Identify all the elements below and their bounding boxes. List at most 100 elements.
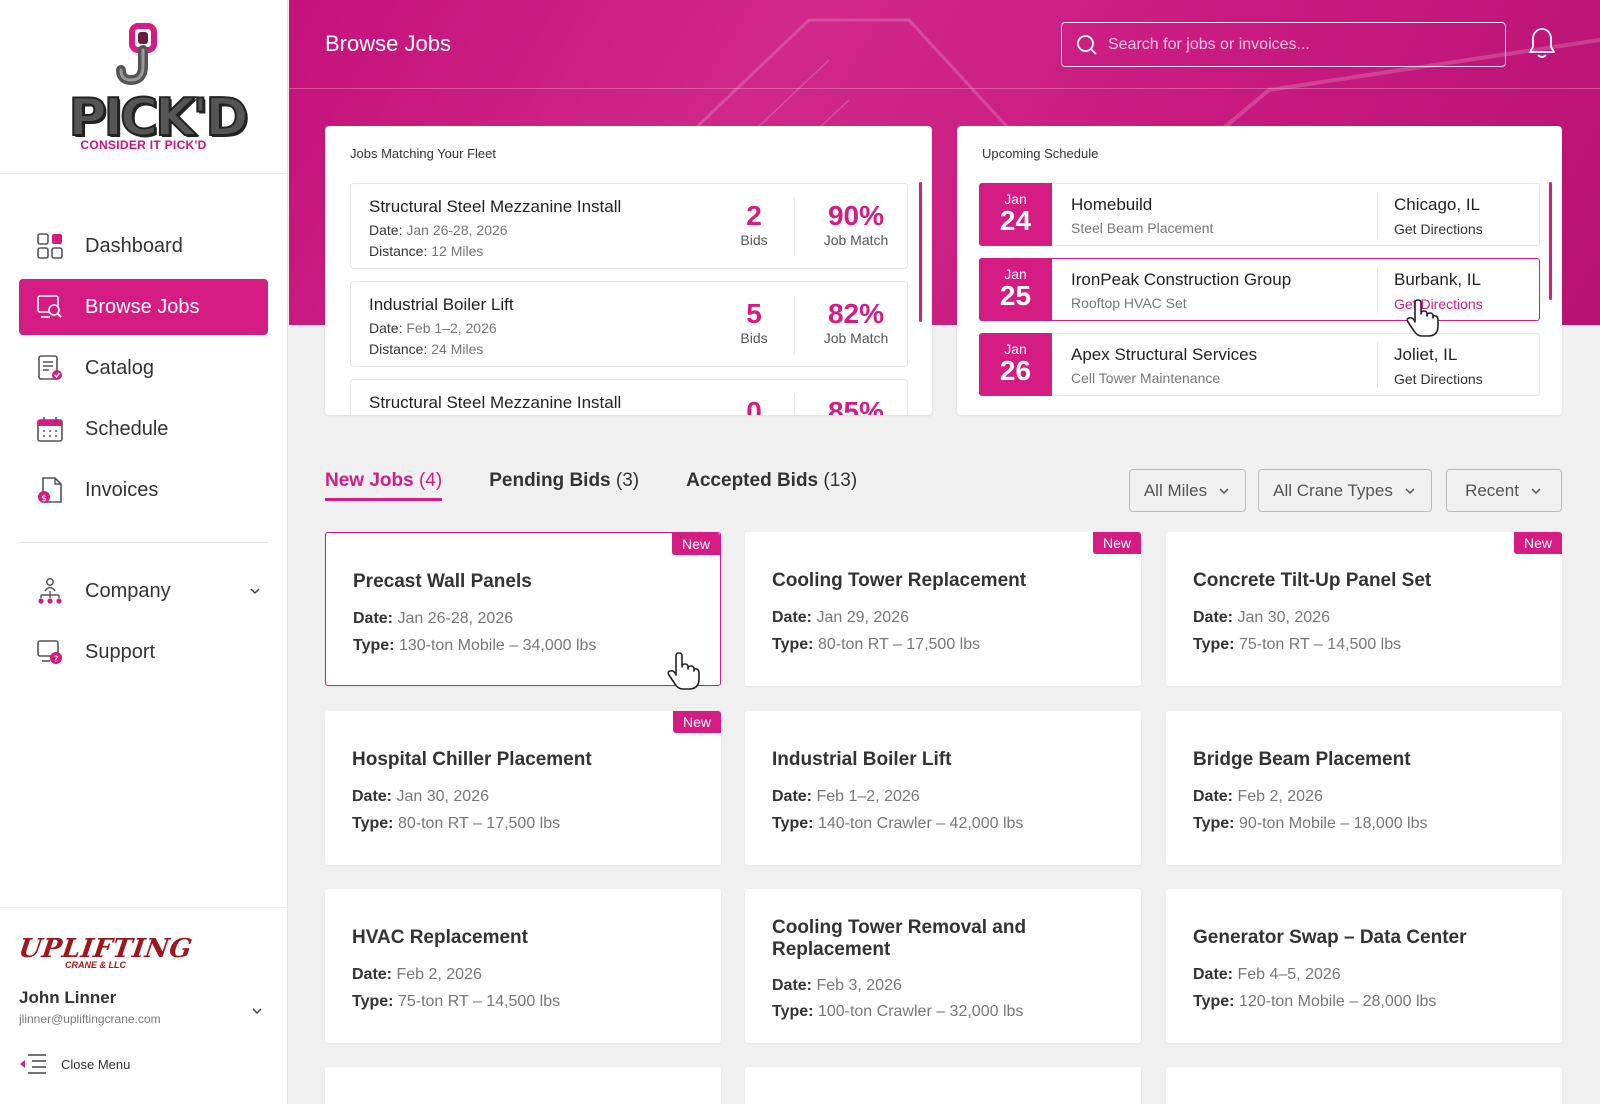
- company-logo: UPLIFTING: [16, 934, 195, 964]
- job-type: Type: 75-ton RT – 14,500 lbs: [1193, 636, 1402, 653]
- search-box[interactable]: [1061, 22, 1506, 67]
- divider: [794, 198, 795, 256]
- nav-label: Browse Jobs: [85, 295, 200, 318]
- scrollbar[interactable]: [1549, 182, 1552, 300]
- job-date: Date: Jan 29, 2026: [772, 609, 909, 626]
- schedule-company: Homebuild: [1071, 195, 1153, 214]
- invoice-icon: $: [35, 475, 65, 505]
- job-card[interactable]: Generator Swap – Data Center Date: Feb 4…: [1166, 889, 1562, 1043]
- nav-item-dashboard[interactable]: Dashboard: [19, 218, 268, 274]
- job-card[interactable]: New Precast Wall Panels Date: Jan 26-28,…: [325, 532, 721, 690]
- nav-item-catalog[interactable]: Catalog: [19, 340, 268, 396]
- upcoming-schedule-panel: Upcoming Schedule Jan 24 Homebuild Steel …: [957, 126, 1562, 415]
- scrollbar[interactable]: [919, 182, 922, 322]
- job-card[interactable]: [325, 1067, 721, 1104]
- job-date: Date: Feb 3, 2026: [772, 977, 902, 994]
- tab-pending-bids[interactable]: Pending Bids (3): [489, 470, 639, 501]
- job-card[interactable]: New Cooling Tower Replacement Date: Jan …: [745, 532, 1141, 686]
- job-date: Date: Jan 26-28, 2026: [353, 610, 514, 627]
- date-badge: Jan 26: [979, 333, 1052, 396]
- schedule-city: Burbank, IL: [1394, 270, 1481, 289]
- divider: [794, 296, 795, 354]
- miles-filter-dropdown[interactable]: All Miles: [1129, 469, 1246, 512]
- job-type: Type: 80-ton RT – 17,500 lbs: [352, 815, 561, 832]
- tab-new-jobs[interactable]: New Jobs (4): [325, 470, 443, 501]
- schedule-city: Joliet, IL: [1394, 345, 1458, 364]
- tab-accepted-bids[interactable]: Accepted Bids (13): [686, 470, 857, 501]
- crane-type-filter-dropdown[interactable]: All Crane Types: [1258, 469, 1432, 512]
- nav-item-browse-jobs[interactable]: Browse Jobs: [19, 279, 268, 335]
- dashboard-icon: [35, 231, 65, 261]
- divider: [1377, 192, 1378, 238]
- sort-dropdown[interactable]: Recent: [1446, 469, 1562, 512]
- nav-label: Company: [85, 579, 171, 602]
- nav-label: Support: [85, 640, 156, 663]
- fleet-job-row[interactable]: Structural Steel Mezzanine Install Date:…: [350, 183, 908, 269]
- job-date: Date: Jan 30, 2026: [1193, 609, 1330, 626]
- bid-count: 5 Bids: [740, 298, 768, 347]
- job-card[interactable]: [745, 1067, 1141, 1104]
- job-title: Hospital Chiller Placement: [352, 749, 592, 770]
- job-card[interactable]: New Concrete Tilt-Up Panel Set Date: Jan…: [1166, 532, 1562, 686]
- search-input[interactable]: [1108, 35, 1488, 54]
- new-badge: New: [1092, 532, 1141, 554]
- fleet-job-title: Industrial Boiler Lift: [369, 295, 514, 314]
- new-badge: New: [671, 533, 720, 555]
- schedule-city: Chicago, IL: [1394, 195, 1480, 214]
- job-type: Type: 90-ton Mobile – 18,000 lbs: [1193, 815, 1428, 832]
- support-icon: ?: [35, 637, 65, 667]
- brand-logo[interactable]: PICK'D CONSIDER IT PICK'D: [0, 0, 287, 174]
- get-directions-link[interactable]: Get Directions: [1394, 221, 1483, 237]
- collapse-menu-icon: [20, 1054, 46, 1074]
- job-card[interactable]: Cooling Tower Removal and Replacement Da…: [745, 889, 1141, 1043]
- job-title: Cooling Tower Removal and Replacement: [772, 917, 1027, 960]
- hand-cursor-icon: [667, 652, 700, 690]
- schedule-task: Cell Tower Maintenance: [1071, 370, 1221, 386]
- fleet-job-distance: Distance: 24 Miles: [369, 341, 484, 357]
- panel-title: Jobs Matching Your Fleet: [350, 146, 496, 161]
- nav-label: Invoices: [85, 478, 159, 501]
- user-name: John Linner: [19, 988, 117, 1007]
- sidebar: PICK'D CONSIDER IT PICK'D Dashboard Brow…: [0, 0, 288, 1104]
- nav-label: Schedule: [85, 417, 169, 440]
- nav-item-schedule[interactable]: Schedule: [19, 401, 268, 457]
- job-type: Type: 100-ton Crawler – 32,000 lbs: [772, 1003, 1024, 1020]
- nav-item-support[interactable]: ? Support: [19, 624, 268, 680]
- job-type: Type: 80-ton RT – 17,500 lbs: [772, 636, 981, 653]
- close-menu-button[interactable]: Close Menu: [19, 1052, 269, 1076]
- fleet-matches-panel: Jobs Matching Your Fleet Structural Stee…: [325, 126, 932, 415]
- dropdown-label: Recent: [1465, 480, 1519, 500]
- notification-bell-icon[interactable]: [1527, 26, 1557, 60]
- nav-item-company[interactable]: Company: [19, 563, 268, 619]
- job-type: Type: 130-ton Mobile – 34,000 lbs: [353, 637, 597, 654]
- schedule-row[interactable]: Jan 24 Homebuild Steel Beam Placement Chi…: [979, 183, 1540, 246]
- fleet-job-row[interactable]: Structural Steel Mezzanine Install 0 85%: [350, 379, 908, 415]
- header-divider: [289, 88, 1600, 89]
- job-card[interactable]: New Hospital Chiller Placement Date: Jan…: [325, 711, 721, 865]
- job-date: Date: Feb 2, 2026: [1193, 788, 1323, 805]
- job-tabs: New Jobs (4) Pending Bids (3) Accepted B…: [325, 470, 904, 501]
- nav-item-invoices[interactable]: $ Invoices: [19, 462, 268, 518]
- schedule-row[interactable]: Jan 26 Apex Structural Services Cell Towe…: [979, 333, 1540, 396]
- fleet-job-title: Structural Steel Mezzanine Install: [369, 197, 622, 216]
- new-badge: New: [1513, 532, 1562, 554]
- get-directions-link[interactable]: Get Directions: [1394, 371, 1483, 387]
- fleet-job-row[interactable]: Industrial Boiler Lift Date: Feb 1–2, 20…: [350, 281, 908, 367]
- job-card[interactable]: Industrial Boiler Lift Date: Feb 1–2, 20…: [745, 711, 1141, 865]
- main-nav: Dashboard Browse Jobs Catalog Schedule $…: [0, 174, 287, 680]
- job-title: Bridge Beam Placement: [1193, 749, 1411, 770]
- date-badge: Jan 25: [979, 258, 1052, 321]
- job-card[interactable]: Bridge Beam Placement Date: Feb 2, 2026 …: [1166, 711, 1562, 865]
- browse-jobs-icon: [35, 292, 65, 322]
- schedule-row[interactable]: Jan 25 IronPeak Construction Group Roofto…: [979, 258, 1540, 321]
- job-card[interactable]: [1166, 1067, 1562, 1104]
- job-title: Concrete Tilt-Up Panel Set: [1193, 570, 1432, 591]
- svg-text:?: ?: [54, 655, 59, 665]
- chevron-down-icon: [1219, 487, 1229, 494]
- job-date: Date: Feb 2, 2026: [352, 966, 482, 983]
- job-card[interactable]: HVAC Replacement Date: Feb 2, 2026 Type:…: [325, 889, 721, 1043]
- job-title: HVAC Replacement: [352, 927, 528, 948]
- user-menu-chevron-icon[interactable]: [250, 1004, 264, 1018]
- job-type: Type: 140-ton Crawler – 42,000 lbs: [772, 815, 1024, 832]
- hand-cursor-icon: [1406, 299, 1439, 337]
